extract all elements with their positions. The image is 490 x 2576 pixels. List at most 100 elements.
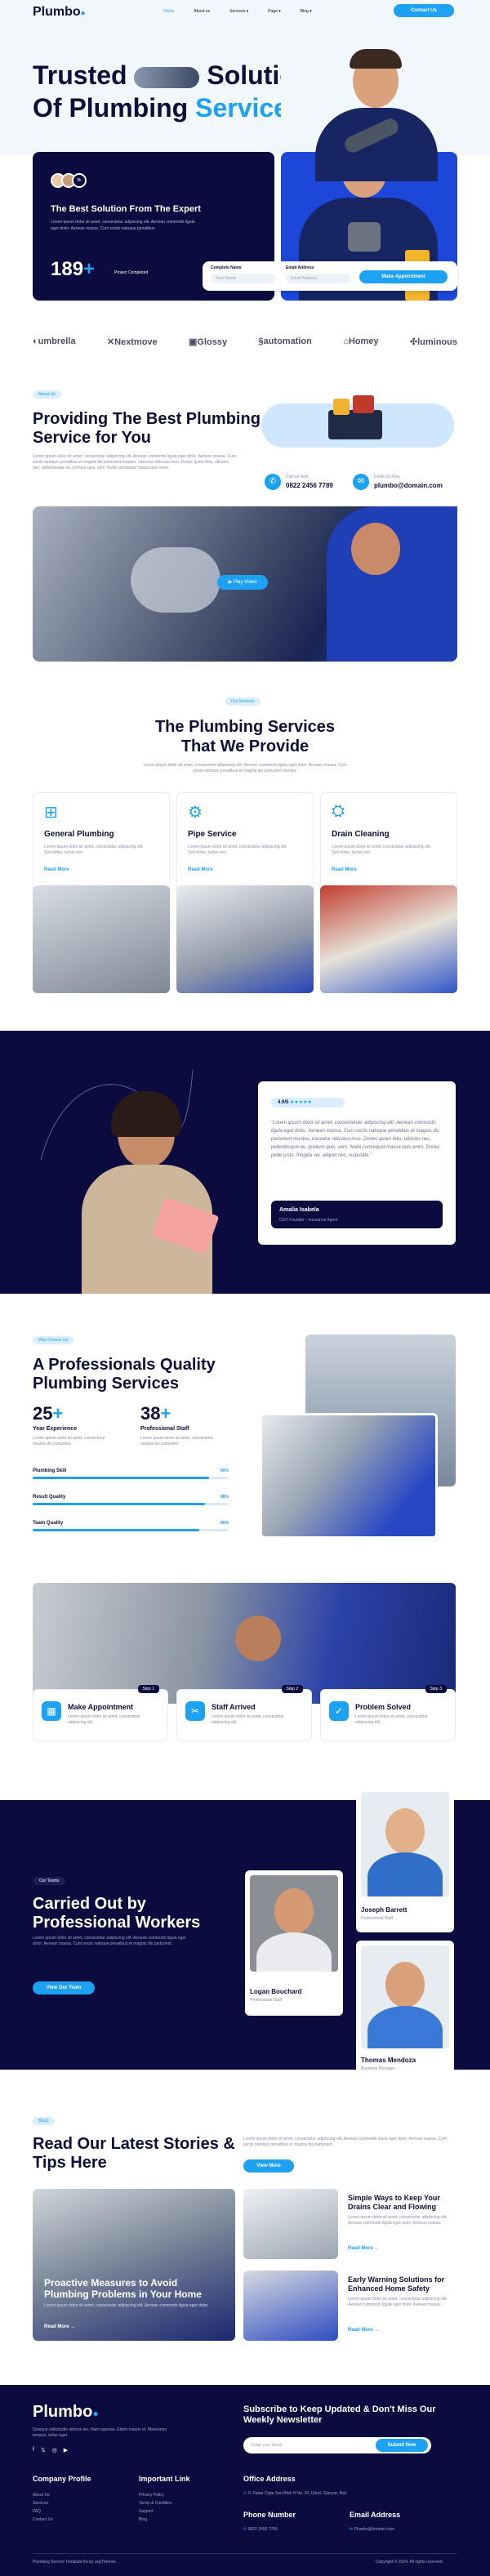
star-icons: ★★★★★ xyxy=(290,1100,312,1105)
step-badge: Step 3 xyxy=(425,1685,447,1693)
steps-photo xyxy=(33,1583,456,1704)
twitter-icon[interactable]: 𝕏 xyxy=(41,2447,46,2453)
service-photo-sink xyxy=(33,885,170,993)
post-read-more[interactable]: Read More → xyxy=(348,2246,379,2251)
play-video-button[interactable]: ▶ Play Video xyxy=(217,575,268,590)
call-label: Call Us Now xyxy=(286,475,309,479)
services-text: Lorem ipsum dolor sit amet, consectetur … xyxy=(143,763,347,773)
step-card: Step 3 ✓ Problem Solved Lorem ipsum dolo… xyxy=(320,1685,456,1741)
post-photo-safety xyxy=(243,2271,338,2341)
skill-plumbing: Plumbing Skill 90% xyxy=(33,1468,229,1479)
name-input[interactable]: Your Name xyxy=(211,274,276,283)
about-text: Lorem ipsum dolor sit amet, consectetur … xyxy=(33,454,237,470)
step-title: Staff Arrived xyxy=(212,1703,256,1711)
footer-links-company: About Us Services FAQ Contact Us xyxy=(33,2491,53,2524)
email-value[interactable]: plumbo@domain.com xyxy=(374,482,443,489)
footer-divider xyxy=(33,2553,457,2554)
footer-logo[interactable]: Plumbo● xyxy=(33,2403,99,2422)
post-read-more[interactable]: Read More → xyxy=(348,2328,379,2333)
call-value[interactable]: 0822 2456 7789 xyxy=(286,482,333,489)
steps-row: Step 1 ▦ Make Appointment Lorem ipsum do… xyxy=(33,1685,456,1741)
post-text: Lorem ipsum dolor sit amet, consectetur … xyxy=(348,2297,448,2307)
footer-link[interactable]: Terms & Condition xyxy=(139,2499,172,2507)
phone-icon: ✆ xyxy=(265,474,281,490)
member-role: Professional Staff xyxy=(250,1998,283,2003)
skill-bar-fill xyxy=(33,1529,199,1531)
blog-tag: Blogs xyxy=(33,2117,55,2125)
footer-col-title: Important Link xyxy=(139,2475,190,2483)
nav-page[interactable]: Page ▾ xyxy=(268,9,281,14)
main-nav: Home About us Services ▾ Page ▾ Blog ▾ xyxy=(163,9,312,14)
footer-link[interactable]: Contact Us xyxy=(33,2516,53,2524)
facebook-icon[interactable]: f xyxy=(33,2447,34,2453)
contact-us-button[interactable]: Contact Us xyxy=(394,4,454,17)
footer-link[interactable]: About Us xyxy=(33,2491,53,2499)
read-more-link[interactable]: Read More xyxy=(332,867,357,872)
footer-link[interactable]: Services xyxy=(33,2499,53,2507)
nav-home[interactable]: Home xyxy=(163,9,174,14)
footer-link[interactable]: FAQ xyxy=(33,2507,53,2516)
service-text: Lorem ipsum dolor sit amet, consectetur … xyxy=(44,845,144,855)
member-name: Joseph Barrett xyxy=(361,1906,408,1914)
email-input[interactable]: Email Address xyxy=(286,274,351,283)
stat-staff-text: Lorem ipsum dolor sit amet, consectetur … xyxy=(140,1436,213,1446)
check-icon: ✓ xyxy=(329,1701,349,1721)
brand-logo[interactable]: Plumbo● xyxy=(33,5,86,20)
newsletter-submit-button[interactable]: Submit Now xyxy=(376,2439,428,2452)
step-badge: Step 1 xyxy=(137,1685,159,1693)
logo-homey: ⌂Homey xyxy=(343,336,379,346)
view-more-button[interactable]: View More xyxy=(243,2159,294,2173)
team-text: Lorem ipsum dolor sit amet, consectetur … xyxy=(33,1936,186,1946)
logo-automation: §automation xyxy=(258,336,312,346)
footer-copyright: Copyright © 2024. All rights reserved xyxy=(376,2560,443,2565)
hero-card-text: Lorem ipsum dolor sit amet, consectetur … xyxy=(51,220,195,231)
email-label: Email Us Now xyxy=(374,475,400,479)
arrow-right-icon: → xyxy=(70,2324,76,2329)
step-text: Lorem ipsum dolor sit amet, consectetur … xyxy=(68,1714,140,1725)
avatar-count: 5k xyxy=(72,173,87,188)
post-title[interactable]: Early Warning Solutions for Enhanced Hom… xyxy=(348,2275,454,2293)
skill-bar xyxy=(33,1477,229,1479)
skill-bar-fill xyxy=(33,1477,209,1479)
youtube-icon[interactable]: ▶ xyxy=(64,2447,68,2453)
project-count: 189+ xyxy=(51,258,96,280)
author-role: CEO Founder - Insurance Agent xyxy=(279,1218,338,1223)
read-more-link[interactable]: Read More xyxy=(44,867,69,872)
footer-link[interactable]: Support xyxy=(139,2507,172,2516)
view-team-button[interactable]: View Our Team xyxy=(33,1981,95,1994)
step-title: Problem Solved xyxy=(355,1703,412,1711)
service-text: Lorem ipsum dolor sit amet, consectetur … xyxy=(332,845,431,855)
featured-post[interactable] xyxy=(33,2189,235,2341)
footer-link[interactable]: Blog xyxy=(139,2516,172,2524)
toolbox-image xyxy=(325,395,385,439)
step-card: Step 2 ✂ Staff Arrived Lorem ipsum dolor… xyxy=(176,1685,312,1741)
nav-about[interactable]: About us xyxy=(194,9,210,14)
about-tag: About Us xyxy=(33,390,61,399)
post-text: Lorem ipsum dolor sit amet, consectetur … xyxy=(348,2215,448,2226)
member-role: Business Manager xyxy=(361,2066,395,2071)
make-appointment-button[interactable]: Make Appointment xyxy=(359,270,448,283)
toolbox-icon: ⊞ xyxy=(44,804,58,822)
stat-years-text: Lorem ipsum dolor sit amet, consectetur … xyxy=(33,1436,105,1446)
phone-value[interactable]: ✆ 0822 2456 7789 xyxy=(243,2527,278,2532)
instagram-icon[interactable]: ◎ xyxy=(52,2447,57,2453)
mail-icon: ✉ xyxy=(353,474,369,490)
rating-badge: 4.9/5 ★★★★★ xyxy=(271,1098,345,1108)
read-more-link[interactable]: Read More xyxy=(188,867,213,872)
stat-staff-label: Professional Staff xyxy=(140,1426,189,1432)
hero-card-title: The Best Solution From The Expert xyxy=(51,204,201,214)
featured-post-title[interactable]: Proactive Measures to Avoid Plumbing Pro… xyxy=(44,2277,224,2300)
services-title: The Plumbing Services That We Provide xyxy=(154,718,336,755)
tools-icon: ✂ xyxy=(185,1701,205,1721)
logo-luminous: ✣luminous xyxy=(409,337,457,347)
footer-link[interactable]: Privacy Policy xyxy=(139,2491,172,2499)
services-tag: Our Services xyxy=(225,697,261,706)
phone-title: Phone Number xyxy=(243,2511,296,2519)
featured-read-more[interactable]: Read More → xyxy=(44,2324,75,2329)
partner-logos: ◐umbrella ✕Nextmove ▣Glossy §automation … xyxy=(33,336,457,347)
woman-photo xyxy=(75,1067,222,1294)
email-value[interactable]: ✉ Plumbo@domain.com xyxy=(350,2527,394,2532)
post-title[interactable]: Simple Ways to Keep Your Drains Clear an… xyxy=(348,2194,454,2212)
nav-blog[interactable]: Blog ▾ xyxy=(301,9,312,14)
nav-services[interactable]: Services ▾ xyxy=(229,9,248,14)
